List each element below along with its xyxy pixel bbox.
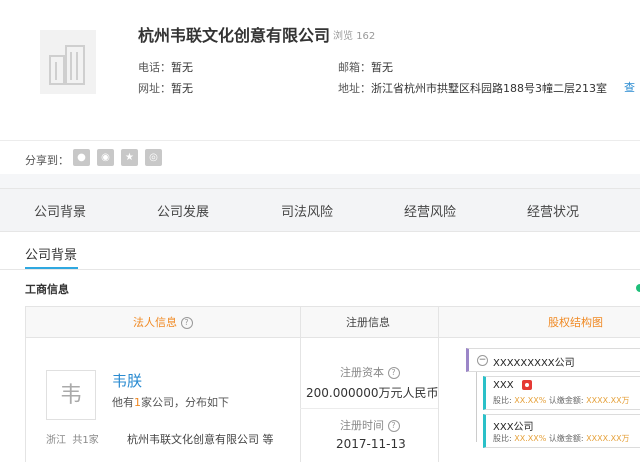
weibo-icon[interactable]: ◉ [97,149,114,166]
help-icon[interactable]: ? [387,367,400,379]
qq-space-icon[interactable]: ● [73,149,90,166]
table-border [25,338,26,462]
avatar: 韦 [46,370,96,420]
equity-structure-header: 股权结构图 [548,316,603,329]
holder-detail: 股比: XX.XX% 认缴金额: XXXX.XX万 [493,396,630,405]
subsection-title: 工商信息 [25,283,69,296]
email-info: 邮箱：暂无 [338,61,393,74]
region-count: 浙江 共1家 [46,435,99,446]
address-info: 地址：浙江省杭州市拱墅区科园路188号3幢二层213室 [338,82,607,95]
phone-info: 电话：暂无 [138,61,193,74]
registration-info-header: 注册信息 [346,316,390,329]
registered-capital: 200.000000万元人民币 [306,386,439,400]
website-info: 网址：暂无 [138,82,193,95]
building-icon [49,45,85,85]
tree-line [476,372,477,442]
holder-name: XXX公司 [493,422,534,433]
tab-company-development[interactable]: 公司发展 [157,201,209,220]
legal-person-name[interactable]: 韦朕 [112,370,142,391]
legal-person-summary: 他有1家公司，分布如下 [112,396,229,409]
help-icon[interactable]: ? [180,317,193,329]
address-map-link[interactable]: 查 [624,79,640,93]
tab-judicial-risk[interactable]: 司法风险 [281,201,333,220]
registration-date: 2017-11-13 [336,437,406,451]
section-title: 公司背景 [25,248,78,263]
column-divider [300,306,301,462]
date-label: 注册时间 ? [340,417,400,433]
divider [0,140,640,141]
legal-info-header: 法人信息 ? [133,314,193,330]
section-gap [0,174,640,188]
holder-detail: 股比: XX.XX% 认缴金额: XXXX.XX万 [493,434,630,443]
divider [0,269,640,270]
capital-label: 注册资本 ? [340,364,400,380]
divider [300,408,438,409]
star-icon[interactable]: ★ [121,149,138,166]
person-badge-icon [522,380,532,390]
tab-business-risk[interactable]: 经营风险 [404,201,456,220]
nav-tabs: 公司背景 公司发展 司法风险 经营风险 经营状况 [0,188,640,232]
company-name: 杭州韦联文化创意有限公司 [138,26,331,45]
collapse-icon[interactable]: − [477,355,488,366]
share-label: 分享到： [25,154,69,167]
status-dot [636,284,640,292]
view-count: 浏览 162 [333,31,376,42]
tab-business-status[interactable]: 经营状况 [527,201,579,220]
equity-root-name: XXXXXXXXX公司 [493,358,575,369]
company-logo [40,30,96,94]
help-icon[interactable]: ? [387,420,400,432]
tab-company-background[interactable]: 公司背景 [34,201,86,220]
wechat-icon[interactable]: ◎ [145,149,162,166]
holder-name: XXX [493,380,514,391]
legal-person-company[interactable]: 杭州韦联文化创意有限公司 等 [127,431,274,447]
